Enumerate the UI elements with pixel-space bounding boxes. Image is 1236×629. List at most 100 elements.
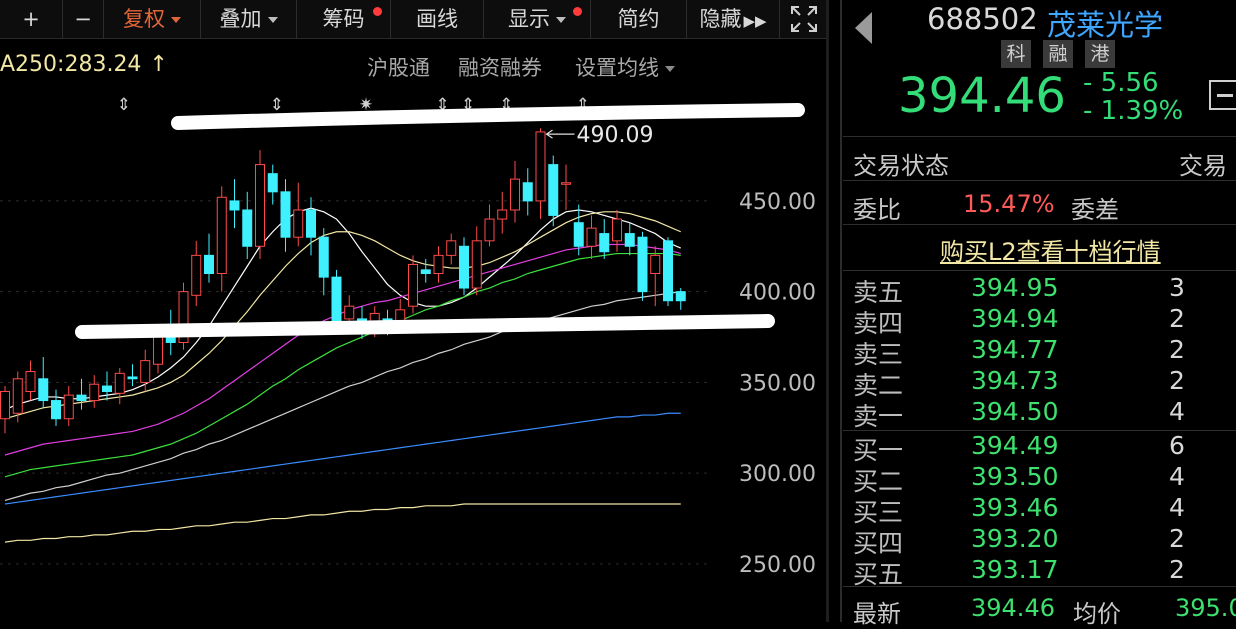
candle-down	[51, 400, 61, 420]
candle-up	[497, 209, 508, 220]
rongzi-link[interactable]: 融资融券	[458, 52, 542, 82]
up-arrow-icon: ↑	[149, 52, 168, 77]
ma-settings-button[interactable]: 设置均线	[575, 52, 675, 82]
zoom-out-button[interactable]: −	[63, 0, 104, 38]
avg-label: 均价	[1073, 600, 1121, 628]
stock-code: 688502	[927, 2, 1038, 36]
orderbook-vol: 2	[1169, 335, 1185, 364]
orderbook-price: 393.17	[971, 555, 1059, 584]
kline-chart[interactable]: 450.00 400.00 350.00 300.00 250.00 ⇕ ⇕ ✷ ⇕ ⇕ ⇕ ⇕ 490…	[0, 92, 828, 622]
candle-up	[408, 263, 418, 307]
orderbook-row[interactable]: 买一 394.49 6	[843, 431, 1236, 465]
ma-line	[4, 503, 681, 543]
minus-icon: −	[74, 7, 92, 31]
yincang-label: 隐藏	[699, 7, 742, 31]
candle-down	[102, 385, 112, 392]
candle-down	[280, 191, 291, 238]
price-change-pct: - 1.39%	[1083, 96, 1184, 126]
kline-chart-svg: 450.00400.00350.00300.00250.00⇕ ⇕ ✷ ⇕ ⇕ ⇕ ⇕490…	[0, 95, 816, 578]
orderbook-row[interactable]: 买二 393.50 4	[843, 462, 1236, 496]
divider	[843, 224, 1236, 225]
orderbook-row[interactable]: 卖二 394.73 2	[843, 366, 1236, 400]
candle-up	[255, 164, 265, 247]
double-chevron-right-icon: ▶▶	[743, 12, 767, 30]
orderbook-row[interactable]: 卖三 394.77 2	[843, 335, 1236, 369]
orderbook-vol: 6	[1169, 431, 1185, 460]
candle-down	[599, 233, 610, 253]
tag-ganggu: 港	[1085, 40, 1115, 68]
latest-value: 394.46	[971, 594, 1055, 622]
orderbook-row[interactable]: 买五 393.17 2	[843, 555, 1236, 589]
y-tick-label: 450.00	[739, 190, 816, 215]
candle-down	[204, 254, 214, 275]
high-marker-label: 490.09	[577, 123, 654, 148]
diejia-button[interactable]: 叠加	[201, 0, 297, 38]
candle-down	[76, 394, 87, 402]
orderbook-price: 394.73	[971, 366, 1059, 395]
orderbook-price: 393.20	[971, 524, 1059, 553]
orderbook-vol: 2	[1169, 366, 1185, 395]
candle-down	[242, 209, 253, 247]
orderbook-vol: 4	[1169, 397, 1185, 426]
candle-up	[561, 182, 571, 185]
weicha-label: 委差	[1071, 196, 1119, 224]
chevron-down-icon	[556, 17, 566, 23]
ma-line	[4, 243, 681, 456]
orderbook-price: 393.50	[971, 462, 1059, 491]
candle-up	[446, 240, 457, 256]
candle-up	[191, 254, 202, 296]
orderbook-row[interactable]: 卖四 394.94 2	[843, 304, 1236, 338]
orderbook-price: 394.94	[971, 304, 1059, 333]
candle-down	[331, 276, 342, 329]
notification-dot-icon	[373, 7, 382, 16]
fuquan-button[interactable]: 复权	[104, 0, 201, 38]
candle-down	[165, 336, 176, 343]
y-tick-label: 400.00	[739, 281, 816, 306]
orderbook-price: 394.50	[971, 397, 1059, 426]
hugutong-link[interactable]: 沪股通	[367, 52, 430, 82]
candle-up	[344, 305, 355, 320]
orderbook-row[interactable]: 卖一 394.50 4	[843, 397, 1236, 431]
orderbook-price: 394.49	[971, 431, 1059, 460]
candle-down	[624, 233, 635, 247]
candle-down	[267, 173, 278, 193]
chouma-button[interactable]: 筹码	[297, 0, 391, 38]
huaxian-button[interactable]: 画线	[391, 0, 484, 38]
fullscreen-button[interactable]	[780, 0, 827, 38]
xianshi-button[interactable]: 显示	[484, 0, 591, 38]
candle-up	[25, 371, 36, 392]
jianyue-label: 简约	[617, 7, 660, 31]
l2-upgrade-link[interactable]: 购买L2查看十档行情	[940, 232, 1161, 267]
zoom-in-button[interactable]: +	[0, 0, 63, 38]
chevron-down-icon	[267, 17, 278, 23]
candle-up	[140, 360, 151, 383]
huaxian-label: 画线	[416, 7, 458, 31]
orderbook-row[interactable]: 买四 393.20 2	[843, 524, 1236, 558]
jianyue-button[interactable]: 简约	[591, 0, 687, 38]
panel-divider[interactable]	[826, 0, 829, 622]
panel-divider-line	[840, 0, 842, 622]
candle-down	[675, 291, 686, 302]
stock-name[interactable]: 茂莱光学	[1047, 2, 1163, 44]
orderbook-vol: 2	[1169, 524, 1185, 553]
current-price: 394.46	[898, 68, 1066, 124]
quote-panel: 688502 茂莱光学 科 融 港 394.46 - 5.56 - 1.39% …	[843, 0, 1236, 628]
ma-line	[4, 252, 681, 478]
chart-toolbar: + − 复权 叠加 筹码 画线 显示 简约 隐藏 ▶▶	[0, 0, 828, 39]
orderbook-row[interactable]: 卖五 394.95 3	[843, 273, 1236, 307]
candle-up	[0, 390, 10, 420]
candle-down	[522, 182, 533, 202]
yincang-button[interactable]: 隐藏 ▶▶	[687, 0, 780, 38]
collapse-button[interactable]	[1209, 80, 1236, 110]
divider	[843, 180, 1236, 181]
trade-status-label: 交易状态	[853, 152, 949, 180]
candle-up	[433, 254, 444, 275]
back-arrow-icon[interactable]	[855, 12, 872, 44]
candle-up	[484, 218, 495, 242]
event-mark-icon: ⇕	[270, 95, 284, 115]
candle-down	[318, 236, 329, 278]
weibi-value: 15.47%	[963, 190, 1055, 218]
orderbook-row[interactable]: 买三 393.46 4	[843, 493, 1236, 527]
candle-down	[548, 164, 559, 216]
fuquan-label: 复权	[123, 7, 165, 31]
